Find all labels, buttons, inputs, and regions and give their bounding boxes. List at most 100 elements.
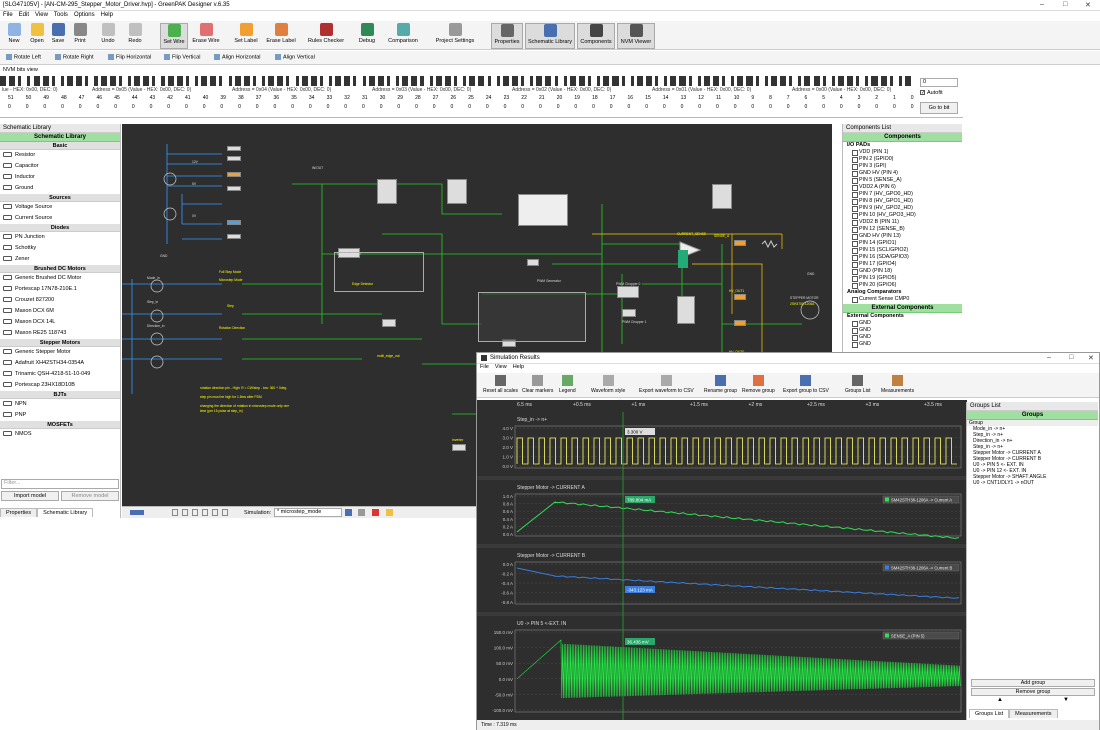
debug-button[interactable]: Debug <box>355 23 379 49</box>
nvm-bit-value[interactable]: 0 <box>433 104 436 110</box>
menu-view[interactable]: View <box>32 11 51 19</box>
nvm-bit-value[interactable]: 0 <box>663 104 666 110</box>
tab-properties[interactable]: Properties <box>0 508 38 517</box>
library-item-npn[interactable]: NPN <box>0 399 120 410</box>
component-item[interactable]: PIN 14 (GPIO1) <box>843 240 962 247</box>
nvm-bit-value[interactable]: 0 <box>574 104 577 110</box>
pin-block[interactable] <box>227 146 241 151</box>
library-item-nmos[interactable]: NMOS <box>0 429 120 440</box>
nvm-bit-value[interactable]: 0 <box>645 104 648 110</box>
nvm-bit-value[interactable]: 0 <box>539 104 542 110</box>
print-button[interactable]: Print <box>70 23 90 49</box>
project-settings-button[interactable]: Project Settings <box>430 23 480 49</box>
library-section-sources[interactable]: Sources <box>0 194 120 202</box>
component-item[interactable]: PIN 2 (GPIO0) <box>843 156 962 163</box>
legend-button[interactable]: Legend <box>559 375 576 394</box>
import-model-button[interactable]: Import model <box>1 491 59 501</box>
nvm-bit-value[interactable]: 0 <box>734 104 737 110</box>
library-section-basic[interactable]: Basic <box>0 142 120 150</box>
library-item-schottky[interactable]: Schottky <box>0 243 120 254</box>
library-section-bjts[interactable]: BJTs <box>0 391 120 399</box>
library-item-pnp[interactable]: PNP <box>0 410 120 421</box>
nvm-bit-value[interactable]: 0 <box>114 104 117 110</box>
move-up-icon[interactable]: ▲ <box>997 697 1003 703</box>
chip-block[interactable] <box>382 319 396 327</box>
component-item[interactable]: PIN 5 (SENSE_A) <box>843 177 962 184</box>
nvm-bit-value[interactable]: 0 <box>344 104 347 110</box>
comparison-button[interactable]: Comparison <box>383 23 423 49</box>
library-item-maxon-dcx-14l[interactable]: Maxon DCX 14L <box>0 317 120 328</box>
external-group[interactable]: External Components <box>843 313 962 320</box>
minimize-icon[interactable]: – <box>1040 1 1044 8</box>
nvm-bit-value[interactable]: 0 <box>362 104 365 110</box>
sim-menu-help[interactable]: Help <box>510 364 527 370</box>
delete-sim-icon[interactable] <box>372 509 379 516</box>
measurements-button[interactable]: Measurements <box>881 375 914 394</box>
component-item[interactable]: GND <box>843 327 962 334</box>
sim-close-icon[interactable]: ✕ <box>1088 354 1094 362</box>
simulation-select[interactable]: * microstep_mode <box>274 508 342 517</box>
pin-block[interactable] <box>227 156 241 161</box>
remove-group-button[interactable]: Remove group <box>971 688 1095 696</box>
nvm-bit-value[interactable]: 0 <box>504 104 507 110</box>
component-item[interactable]: GND <box>843 334 962 341</box>
hv-out-pin[interactable] <box>734 294 746 300</box>
go-to-bit-button[interactable]: Go to bit <box>920 102 958 114</box>
analog-group[interactable]: Analog Comparators <box>843 289 962 296</box>
library-item-maxon-re25-118743[interactable]: Maxon RE25 118743 <box>0 328 120 339</box>
nvm-bit-value[interactable]: 0 <box>220 104 223 110</box>
component-item[interactable]: GND HV (PIN 4) <box>843 170 962 177</box>
nvm-bit-value[interactable]: 0 <box>840 104 843 110</box>
flip-vertical-button[interactable]: Flip Vertical <box>164 54 200 60</box>
chip-block[interactable] <box>622 309 636 317</box>
nvm-bit-value[interactable]: 0 <box>858 104 861 110</box>
nvm-bit-value[interactable]: 0 <box>805 104 808 110</box>
sim-maximize-icon[interactable]: □ <box>1069 354 1073 361</box>
set-label-button[interactable]: Set Label <box>232 23 260 49</box>
library-item-portescap-17n78-210e-1[interactable]: Portescap 17N78-210E.1 <box>0 284 120 295</box>
nvm-bit-value[interactable]: 0 <box>380 104 383 110</box>
library-item-maxon-dcx-6m[interactable]: Maxon DCX 6M <box>0 306 120 317</box>
plot-panel[interactable] <box>477 412 967 476</box>
tab-groups-list[interactable]: Groups List <box>969 709 1010 718</box>
align-vertical-button[interactable]: Align Vertical <box>275 54 315 60</box>
autofit-checkbox[interactable]: ✓ Autofit <box>920 90 943 96</box>
menu-tools[interactable]: Tools <box>51 11 71 19</box>
nvm-bit-value[interactable]: 0 <box>61 104 64 110</box>
pan-icon[interactable] <box>212 509 218 516</box>
library-section-diodes[interactable]: Diodes <box>0 224 120 232</box>
library-item-crouzet-827200[interactable]: Crouzet 827200 <box>0 295 120 306</box>
pwm-block[interactable] <box>518 194 568 226</box>
component-item[interactable]: PIN 12 (SENSE_B) <box>843 226 962 233</box>
nvm-bit-value[interactable]: 0 <box>150 104 153 110</box>
library-item-generic-brushed-dc-motor[interactable]: Generic Brushed DC Motor <box>0 273 120 284</box>
pin-block[interactable] <box>227 186 241 191</box>
io-pads-group[interactable]: I/O PADs <box>843 142 962 149</box>
component-item[interactable]: Current Sense CMP0 <box>843 296 962 303</box>
export-waveform-to-csv-button[interactable]: Export waveform to CSV <box>639 375 694 394</box>
zoom-slider[interactable] <box>130 510 144 515</box>
nvm-bit-value[interactable]: 0 <box>309 104 312 110</box>
rotate-right-button[interactable]: Rotate Right <box>55 54 94 60</box>
nvm-bit-value[interactable]: 0 <box>557 104 560 110</box>
component-item[interactable]: GND (PIN 18) <box>843 268 962 275</box>
pin-block[interactable] <box>227 234 241 239</box>
nvm-bit-value[interactable]: 0 <box>822 104 825 110</box>
library-item-current-source[interactable]: Current Source <box>0 213 120 224</box>
component-item[interactable]: PIN 3 (GPI) <box>843 163 962 170</box>
chip-block[interactable] <box>377 179 397 204</box>
align-horizontal-button[interactable]: Align Horizontal <box>214 54 261 60</box>
nvm-bit-value[interactable]: 0 <box>451 104 454 110</box>
library-item-trinamic-qsh-4218-51-10-049[interactable]: Trinamic QSH-4218-51-10-049 <box>0 369 120 380</box>
nvm-bit-value[interactable]: 0 <box>875 104 878 110</box>
pwm-chopper-0[interactable] <box>617 286 639 298</box>
nvm-bit-value[interactable]: 0 <box>185 104 188 110</box>
sense-pin-block[interactable] <box>678 250 688 268</box>
group-item[interactable]: U0 -> CNT1/DLY1 -> nOUT <box>967 480 1098 486</box>
nvm-bit-value[interactable]: 0 <box>592 104 595 110</box>
nvm-bit-value[interactable]: 0 <box>132 104 135 110</box>
nvm-bit-value[interactable]: 0 <box>628 104 631 110</box>
library-item-adafruit-xh42sth34-0354a[interactable]: Adafruit XH42STH34-0354A <box>0 358 120 369</box>
menu-options[interactable]: Options <box>71 11 98 19</box>
library-section-brushed-dc-motors[interactable]: Brushed DC Motors <box>0 265 120 273</box>
